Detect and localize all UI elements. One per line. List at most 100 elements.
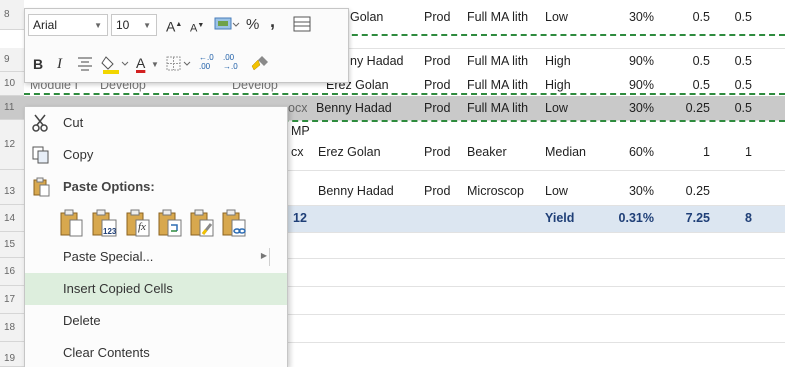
cell-type[interactable]: Prod — [424, 54, 450, 68]
increase-decimal-button[interactable]: ←.0 .00 — [199, 53, 214, 71]
paste-values-label: 123 — [103, 227, 117, 236]
cell-type[interactable]: Prod — [424, 78, 450, 92]
cell-level[interactable]: Low — [545, 184, 568, 198]
paste-formatting-icon[interactable] — [189, 209, 215, 239]
menu-label-insert-copied-cells: Insert Copied Cells — [63, 281, 173, 296]
cell-yield-percent[interactable]: 0.31% — [600, 211, 654, 225]
menu-item-cut[interactable]: Cut — [25, 107, 287, 139]
menu-label-delete: Delete — [63, 313, 101, 328]
cell-total-a[interactable]: 7.25 — [660, 211, 710, 225]
row-header[interactable]: 13 — [0, 170, 24, 205]
format-painter-button[interactable] — [249, 53, 271, 79]
cell-value-a[interactable]: 0.5 — [660, 10, 710, 24]
menu-item-insert-copied-cells[interactable]: Insert Copied Cells — [25, 273, 287, 305]
cell-value-a[interactable]: 0.5 — [660, 78, 710, 92]
accounting-format-icon — [214, 17, 240, 30]
cell-value-b[interactable]: 1 — [712, 145, 752, 159]
cell-method[interactable]: Microscop — [467, 184, 543, 198]
percent-style-button[interactable]: % — [246, 15, 259, 35]
cell-type[interactable]: Prod — [424, 184, 450, 198]
font-size-value: 10 — [116, 18, 130, 32]
cell-total-b[interactable]: 8 — [712, 211, 752, 225]
cell-file-2[interactable]: cx — [291, 145, 304, 159]
cell-owner[interactable]: ny Hadad — [350, 54, 404, 68]
chevron-down-icon: ▼ — [94, 21, 102, 30]
cell-level[interactable]: High — [545, 54, 571, 68]
row-header[interactable]: 10 — [0, 72, 24, 96]
bold-button[interactable]: B — [33, 54, 43, 74]
cell-type[interactable]: Prod — [424, 10, 450, 24]
cell-value-a[interactable]: 1 — [660, 145, 710, 159]
grow-font-button[interactable]: A▲ — [166, 15, 182, 37]
italic-button[interactable]: I — [57, 54, 62, 74]
cell-level[interactable]: High — [545, 78, 571, 92]
shrink-font-button[interactable]: A▼ — [190, 16, 204, 39]
cell-percent[interactable]: 60% — [600, 145, 654, 159]
cell-percent[interactable]: 90% — [600, 78, 654, 92]
paste-icon[interactable] — [59, 209, 85, 239]
row-header[interactable]: 14 — [0, 205, 24, 232]
cell-value-b[interactable]: 0.5 — [712, 78, 752, 92]
menu-item-clear-contents[interactable]: Clear Contents — [25, 337, 287, 367]
cell-value-b[interactable]: 0.5 — [712, 101, 752, 115]
cell-method[interactable]: Full MA lith — [467, 78, 528, 92]
cell-file[interactable]: MP — [291, 124, 310, 138]
cell-owner[interactable]: Erez Golan — [318, 145, 381, 159]
cell-percent[interactable]: 30% — [600, 184, 654, 198]
cell-owner[interactable]: Benny Hadad — [316, 101, 392, 115]
menu-label-cut: Cut — [63, 115, 84, 130]
align-center-button[interactable] — [77, 55, 93, 77]
paste-transpose-icon[interactable] — [157, 209, 183, 239]
cell-owner[interactable]: Benny Hadad — [318, 184, 394, 198]
menu-item-delete[interactable]: Delete — [25, 305, 287, 337]
row-header[interactable]: 11 — [0, 96, 24, 120]
paste-values-icon[interactable]: 123 — [91, 209, 117, 239]
cell-percent[interactable]: 90% — [600, 54, 654, 68]
row-header[interactable]: 19 — [0, 342, 24, 367]
menu-item-copy[interactable]: Copy — [25, 139, 287, 171]
format-cells-button[interactable] — [292, 15, 314, 39]
cell-method[interactable]: Beaker — [467, 145, 507, 159]
font-size-dropdown[interactable]: 10 ▼ — [111, 14, 157, 36]
paintbrush-icon — [251, 56, 268, 71]
cell-method[interactable]: Full MA lith — [467, 10, 528, 24]
row-header[interactable]: 8 — [0, 0, 24, 30]
row-header[interactable]: 16 — [0, 258, 24, 286]
chevron-down-icon: ▼ — [151, 60, 159, 69]
cell-level[interactable]: Low — [545, 101, 568, 115]
cell-count[interactable]: 12 — [293, 211, 307, 225]
paste-formulas-icon[interactable]: fx — [125, 209, 151, 239]
row-header[interactable]: 9 — [0, 48, 24, 72]
grow-font-label: A — [166, 18, 176, 35]
comma-style-button[interactable]: , — [270, 11, 275, 31]
decrease-decimal-button[interactable]: .00 →.0 — [223, 53, 238, 71]
copy-icon — [32, 146, 49, 164]
cell-value-a[interactable]: 0.25 — [660, 184, 710, 198]
cell-percent[interactable]: 30% — [600, 101, 654, 115]
row-header[interactable]: 18 — [0, 314, 24, 342]
cell-yield-label[interactable]: Yield — [545, 211, 574, 225]
cell-file[interactable]: ocx — [288, 101, 307, 115]
row-header[interactable]: 15 — [0, 232, 24, 258]
cell-level[interactable]: Low — [545, 10, 568, 24]
cell-value-b[interactable]: 0.5 — [712, 10, 752, 24]
cell-level[interactable]: Median — [545, 145, 586, 159]
fill-color-button[interactable] — [101, 53, 129, 81]
cell-method[interactable]: Full MA lith — [467, 54, 528, 68]
cell-value-a[interactable]: 0.25 — [660, 101, 710, 115]
row-header[interactable]: 17 — [0, 286, 24, 314]
menu-item-paste-special[interactable]: Paste Special... ▶ — [25, 241, 287, 273]
paste-link-icon[interactable] — [221, 209, 247, 239]
cell-value-b[interactable]: 0.5 — [712, 54, 752, 68]
row-header[interactable]: 12 — [0, 120, 24, 170]
cell-type[interactable]: Prod — [424, 101, 450, 115]
cell-type[interactable]: Prod — [424, 145, 450, 159]
cell-percent[interactable]: 30% — [600, 10, 654, 24]
font-name-dropdown[interactable]: Arial ▼ — [28, 14, 108, 36]
cell-value-a[interactable]: 0.5 — [660, 54, 710, 68]
chevron-right-icon: ▶ — [260, 251, 267, 260]
cell-method[interactable]: Full MA lith — [467, 101, 528, 115]
cell-owner[interactable]: Golan — [350, 10, 383, 24]
borders-button[interactable] — [165, 55, 193, 79]
accounting-format-button[interactable] — [214, 15, 240, 39]
